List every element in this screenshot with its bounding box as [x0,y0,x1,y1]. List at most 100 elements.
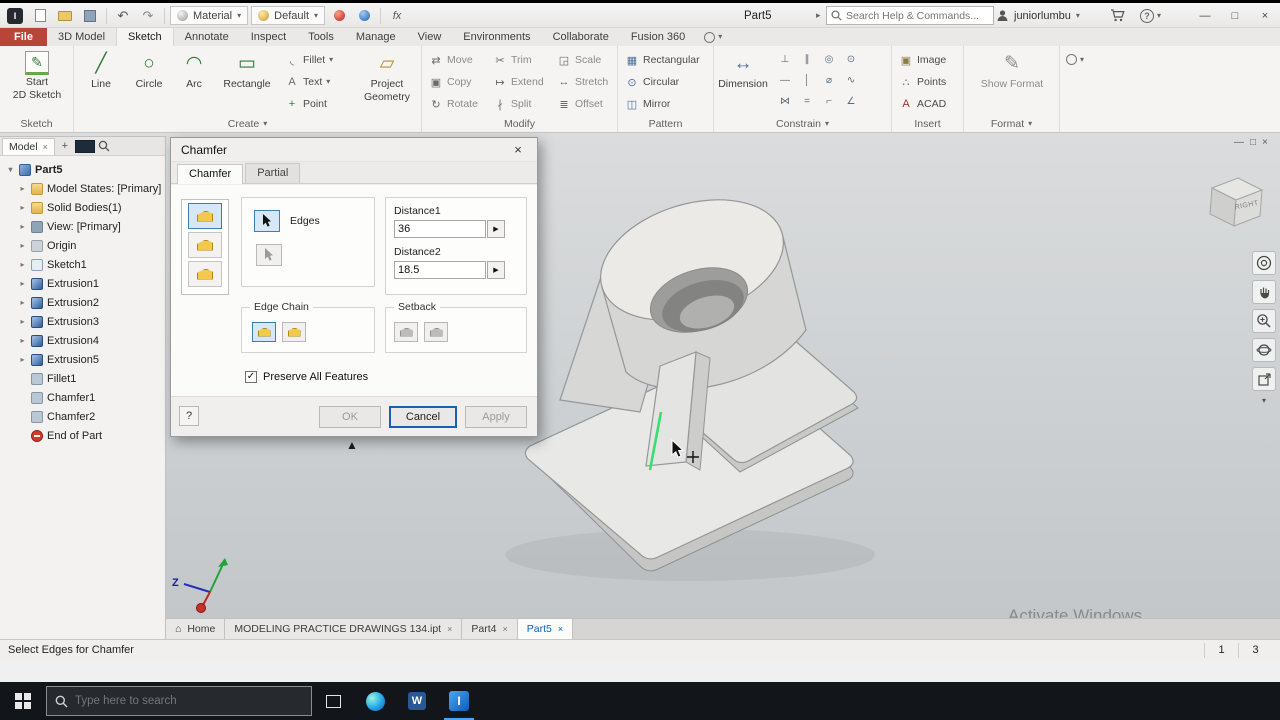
constraint-vertical-icon[interactable]: │ [798,73,816,88]
chamfer-distance-angle-button[interactable] [188,232,222,258]
help-menu[interactable]: ? ▾ [1140,3,1161,28]
expander-icon[interactable]: ▸ [18,298,27,307]
scale-button[interactable]: ◲ Scale [554,50,604,70]
tree-item-fillet1[interactable]: Fillet1 [0,369,165,388]
doc-close-icon[interactable]: × [1262,137,1268,148]
panel-label-constrain[interactable]: Constrain ▾ [714,117,891,131]
tab-3d-model[interactable]: 3D Model [47,28,116,46]
expander-icon[interactable]: ▸ [18,184,27,193]
dialog-close-button[interactable]: × [509,142,527,157]
points-button[interactable]: ∴ Points [896,72,949,92]
preserve-checkbox[interactable]: ✓ [245,371,257,383]
navbar-more-icon[interactable]: ▾ [1262,396,1266,405]
acad-button[interactable]: A ACAD [896,94,949,114]
tree-item-sketch1[interactable]: ▸ Sketch1 [0,255,165,274]
tree-item-extrusion3[interactable]: ▸ Extrusion3 [0,312,165,331]
tab-collaborate[interactable]: Collaborate [542,28,620,46]
inventor-app-button[interactable]: I [438,682,480,720]
constraint-horizontal-icon[interactable]: — [776,73,794,88]
edge-chain-off-button[interactable] [282,322,306,342]
doc-minimize-icon[interactable]: — [1234,137,1244,148]
body-select-button[interactable] [256,244,282,266]
appearance-dropdown[interactable]: Default ▾ [251,6,326,25]
setback-on-button[interactable] [394,322,418,342]
edge-chain-on-button[interactable] [252,322,276,342]
constraint-collinear-icon[interactable]: ∠ [842,94,860,109]
start-button[interactable] [0,682,46,720]
help-search-box[interactable] [826,6,994,25]
distance1-flyout-button[interactable]: ▶ [487,220,505,238]
constraint-tangent-icon[interactable]: ⌀ [820,73,838,88]
dimension-button[interactable]: ↔ Dimension [716,51,770,90]
tab-sketch[interactable]: Sketch [116,28,174,46]
expander-icon[interactable]: ▸ [18,222,27,231]
close-button[interactable]: × [1250,3,1280,28]
browser-tab-model[interactable]: Model × [2,137,55,155]
chamfer-two-distances-button[interactable] [188,261,222,287]
minimize-button[interactable]: — [1190,3,1220,28]
tree-item-solid-bodies[interactable]: ▸ Solid Bodies(1) [0,198,165,217]
app-icon[interactable]: I [4,6,26,26]
constraint-perpendicular-icon[interactable]: ⊥ [776,52,794,67]
look-at-button[interactable] [1252,367,1276,391]
full-navigation-wheel-button[interactable] [1252,251,1276,275]
expander-icon[interactable]: ▸ [18,241,27,250]
word-app-button[interactable]: W [396,682,438,720]
rectangle-button[interactable]: ▭ Rectangle [216,51,278,90]
expander-icon[interactable]: ▸ [18,260,27,269]
project-geometry-button[interactable]: ▱ Project Geometry [358,51,416,103]
apply-button[interactable]: Apply [465,406,527,428]
doc-restore-icon[interactable]: □ [1250,137,1256,148]
material-dropdown[interactable]: Material ▾ [170,6,249,25]
browser-search-icon[interactable] [98,140,110,152]
save-button[interactable] [79,6,101,26]
rotate-button[interactable]: ↻ Rotate [426,94,481,114]
ok-button[interactable]: OK [319,406,381,428]
dialog-help-button[interactable]: ? [179,406,199,426]
constraint-coincident-icon[interactable]: ⊙ [842,52,860,67]
edges-select-button[interactable] [254,210,280,232]
new-file-button[interactable] [29,6,51,26]
ribbon-overflow-button[interactable]: ▾ [1066,54,1084,65]
tree-item-part5[interactable]: ▾ Part5 [0,160,165,179]
doc-tab-part4[interactable]: Part4 × [462,619,518,639]
extend-button[interactable]: ↦ Extend [490,72,547,92]
expander-icon[interactable]: ▸ [18,317,27,326]
expander-icon[interactable]: ▸ [18,355,27,364]
expander-icon[interactable]: ▸ [18,336,27,345]
parameters-fx-button[interactable]: fx [386,6,408,26]
constraint-fix-icon[interactable]: ⌐ [820,94,838,109]
tree-item-view-primary[interactable]: ▸ View: [Primary] [0,217,165,236]
close-icon[interactable]: × [447,624,452,634]
tab-environments[interactable]: Environments [452,28,541,46]
expander-icon[interactable]: ▾ [6,165,15,174]
close-icon[interactable]: × [502,624,507,634]
point-button[interactable]: + Point [282,94,330,114]
chamfer-distance-button[interactable] [188,203,222,229]
taskbar-search-input[interactable] [75,695,303,707]
dialog-expand-handle[interactable]: ▲ [346,438,358,452]
panel-label-create[interactable]: Create ▾ [74,117,421,131]
move-button[interactable]: ⇄ Move [426,50,476,70]
open-button[interactable] [54,6,76,26]
distance2-flyout-button[interactable]: ▶ [487,261,505,279]
circle-button[interactable]: ○ Circle [126,51,172,90]
tree-item-extrusion1[interactable]: ▸ Extrusion1 [0,274,165,293]
ribbon-display-toggle[interactable]: ▾ [696,28,730,46]
task-view-button[interactable] [312,682,354,720]
doc-tab-modeling-practice[interactable]: MODELING PRACTICE DRAWINGS 134.ipt × [225,619,463,639]
tree-item-extrusion4[interactable]: ▸ Extrusion4 [0,331,165,350]
tree-item-chamfer2[interactable]: Chamfer2 [0,407,165,426]
copy-button[interactable]: ▣ Copy [426,72,475,92]
start-2d-sketch-button[interactable]: ✎ Start 2D Sketch [12,51,62,101]
text-button[interactable]: A Text ▾ [282,72,333,92]
undo-button[interactable]: ↶ [112,6,134,26]
circular-pattern-button[interactable]: ⊙ Circular [622,72,682,92]
dialog-titlebar[interactable]: Chamfer × [171,138,537,162]
show-format-button[interactable]: ✎ Show Format [978,51,1046,90]
doc-tab-home[interactable]: ⌂ Home [166,619,226,639]
expander-icon[interactable]: ▸ [18,279,27,288]
close-icon[interactable]: × [558,624,563,634]
dialog-tab-chamfer[interactable]: Chamfer [177,164,244,184]
expander-icon[interactable]: ▸ [18,203,27,212]
